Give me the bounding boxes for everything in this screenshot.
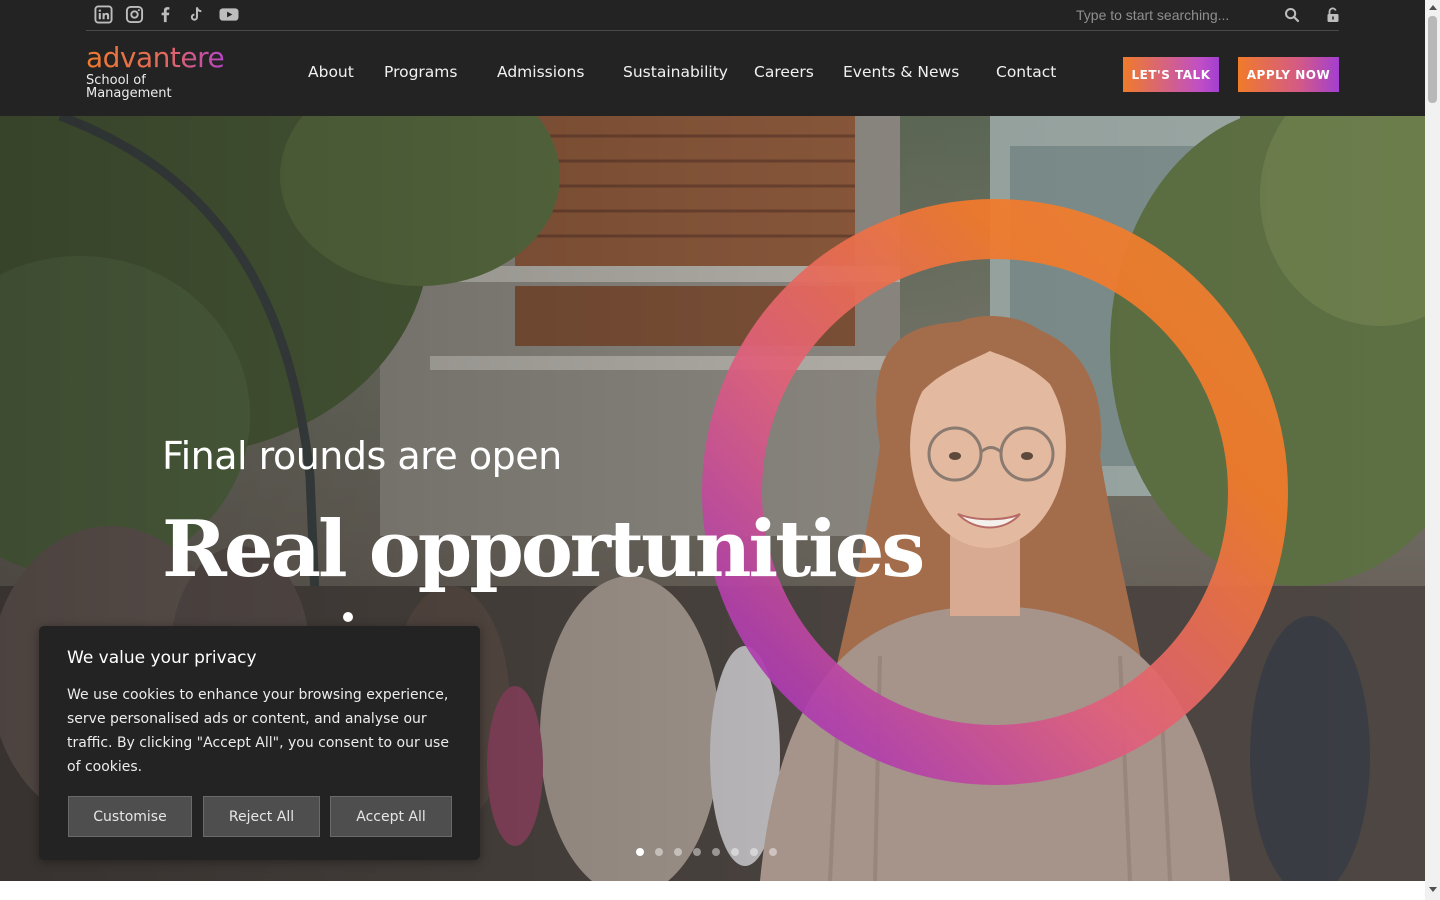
customise-button[interactable]: Customise: [68, 796, 192, 837]
nav-item-events-news[interactable]: Events & News: [843, 63, 959, 81]
cookie-description: We use cookies to enhance your browsing …: [67, 687, 449, 775]
facebook-icon[interactable]: [156, 5, 175, 24]
scrollbar-thumb[interactable]: [1428, 16, 1437, 103]
nav-item-about[interactable]: About: [308, 63, 354, 81]
top-bar: [86, 0, 1339, 31]
slider-dot-1[interactable]: [636, 848, 644, 856]
nav-item-sustainability[interactable]: Sustainability: [623, 63, 728, 81]
instagram-icon[interactable]: [125, 5, 144, 24]
nav-item-careers[interactable]: Careers: [754, 63, 814, 81]
page-scrollbar[interactable]: [1425, 0, 1440, 900]
tiktok-icon[interactable]: [187, 5, 206, 24]
search-icon[interactable]: [1284, 7, 1300, 23]
youtube-icon[interactable]: [218, 5, 240, 24]
nav-item-admissions[interactable]: Admissions: [497, 63, 584, 81]
slider-dot-2[interactable]: [655, 848, 663, 856]
slider-dot-4[interactable]: [693, 848, 701, 856]
scroll-up-arrow-icon[interactable]: [1429, 5, 1437, 10]
hero-subtitle: Final rounds are open: [162, 434, 562, 478]
reject-all-button[interactable]: Reject All: [203, 796, 320, 837]
search-input[interactable]: [1076, 4, 1256, 26]
nav-item-contact[interactable]: Contact: [996, 63, 1056, 81]
site-header: advantere School of Management About Pro…: [0, 0, 1425, 116]
hero-title: Real opportunities: [162, 504, 925, 595]
slider-dot-5[interactable]: [712, 848, 720, 856]
lets-talk-button[interactable]: LET'S TALK: [1123, 57, 1219, 92]
hero-cursor-dot: [343, 612, 353, 622]
slider-dot-3[interactable]: [674, 848, 682, 856]
nav-item-programs[interactable]: Programs: [384, 63, 457, 81]
scroll-down-arrow-icon[interactable]: [1429, 887, 1437, 892]
logo-wordmark: advantere: [86, 41, 225, 74]
social-links: [94, 5, 240, 24]
cookie-title: We value your privacy: [67, 648, 257, 668]
slider-dot-6[interactable]: [731, 848, 739, 856]
linkedin-icon[interactable]: [94, 5, 113, 24]
accept-all-button[interactable]: Accept All: [330, 796, 452, 837]
apply-now-button[interactable]: APPLY NOW: [1238, 57, 1339, 92]
logo[interactable]: advantere School of Management: [86, 41, 225, 101]
slider-dot-8[interactable]: [769, 848, 777, 856]
logo-subtitle-line2: Management: [86, 86, 172, 101]
slider-dot-7[interactable]: [750, 848, 758, 856]
cookie-consent-banner: We value your privacy We use cookies to …: [39, 626, 480, 860]
lock-icon[interactable]: [1326, 7, 1340, 23]
slider-pagination: [636, 848, 777, 856]
